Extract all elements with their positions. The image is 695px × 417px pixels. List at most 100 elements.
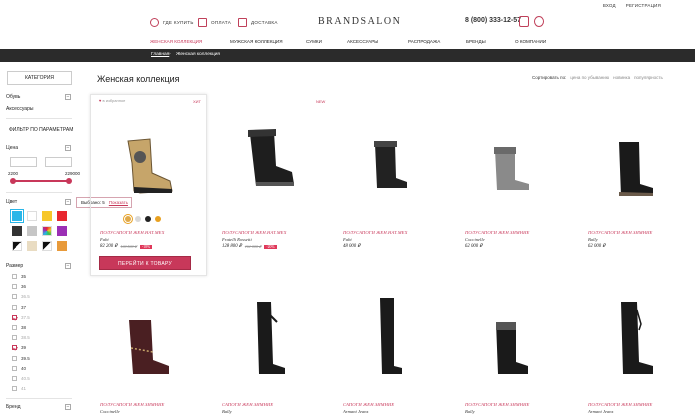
add-to-favorites[interactable]: ♥ в избранное bbox=[99, 98, 125, 103]
color-dot[interactable] bbox=[145, 216, 151, 222]
size-checkbox[interactable] bbox=[12, 365, 17, 371]
product-price: 62 000 ₽ bbox=[588, 244, 606, 249]
collapse-toggle[interactable]: − bbox=[65, 404, 71, 410]
color-swatch[interactable] bbox=[57, 211, 67, 221]
site-logo[interactable]: BRANDSALON bbox=[318, 16, 401, 27]
color-swatch[interactable] bbox=[10, 209, 24, 223]
size-checkbox[interactable] bbox=[12, 274, 17, 279]
size-option[interactable]: 37.5 bbox=[12, 314, 30, 320]
size-checkbox[interactable] bbox=[12, 376, 17, 381]
product-image[interactable] bbox=[222, 126, 312, 192]
size-checkbox[interactable] bbox=[12, 284, 17, 290]
nav-bags[interactable]: СУМКИ bbox=[306, 39, 322, 44]
color-swatch[interactable] bbox=[27, 226, 37, 236]
product-name[interactable]: ПОЛУСАПОГИ ЖЕН.ЗИМНИЕ bbox=[465, 230, 529, 235]
collapse-toggle[interactable]: − bbox=[65, 94, 71, 100]
product-name[interactable]: ПОЛУСАПОГИ ЖЕН.НАТ.МЕХ bbox=[222, 230, 287, 235]
nav-brands[interactable]: БРЕНДЫ bbox=[466, 39, 486, 44]
nav-about[interactable]: О КОМПАНИИ bbox=[515, 39, 546, 44]
product-name[interactable]: ПОЛУСАПОГИ ЖЕН.ЗИМНИЕ bbox=[100, 402, 164, 407]
product-name[interactable]: ПОЛУСАПОГИ ЖЕН.ЗИМНИЕ bbox=[465, 402, 529, 407]
product-image[interactable] bbox=[100, 133, 190, 199]
color-swatch[interactable] bbox=[27, 211, 37, 221]
color-swatch[interactable] bbox=[57, 226, 67, 236]
breadcrumb-home[interactable]: Главная bbox=[151, 52, 169, 57]
size-checkbox[interactable] bbox=[12, 294, 17, 300]
price-row: 82 200 ₽100 500 ₽ -18% bbox=[100, 244, 153, 249]
product-name[interactable]: ПОЛУСАПОГИ ЖЕН.ЗИМНИЕ bbox=[588, 230, 652, 235]
color-swatch[interactable] bbox=[57, 241, 67, 251]
color-swatch[interactable] bbox=[27, 241, 37, 251]
size-checkbox[interactable] bbox=[12, 314, 17, 320]
product-name[interactable]: САПОГИ ЖЕН.ЗИМНИЕ bbox=[222, 402, 273, 407]
product-name[interactable]: ПОЛУСАПОГИ ЖЕН.НАТ.МЕХ bbox=[343, 230, 408, 235]
size-option[interactable]: 36 bbox=[12, 284, 26, 290]
product-image[interactable] bbox=[588, 296, 678, 380]
size-option[interactable]: 40.5 bbox=[12, 376, 30, 381]
sort-price-desc[interactable]: цена по убыванию bbox=[570, 75, 609, 80]
price-min-handle[interactable] bbox=[10, 178, 16, 184]
product-image[interactable] bbox=[100, 306, 190, 380]
payment-link[interactable]: ОПЛАТА bbox=[198, 18, 231, 27]
product-name[interactable]: САПОГИ ЖЕН.ЗИМНИЕ bbox=[343, 402, 394, 407]
login-link[interactable]: ВХОД bbox=[603, 3, 616, 8]
size-checkbox[interactable] bbox=[12, 325, 17, 330]
nav-sale[interactable]: РАСПРОДАЖА bbox=[408, 39, 440, 44]
size-label-text: 39.5 bbox=[21, 355, 30, 361]
main-nav: ЖЕНСКАЯ КОЛЛЕКЦИЯ МУЖСКАЯ КОЛЛЕКЦИЯ СУМК… bbox=[0, 39, 695, 47]
collapse-toggle[interactable]: − bbox=[65, 263, 71, 269]
color-dot[interactable] bbox=[135, 216, 141, 222]
size-option[interactable]: 37 bbox=[12, 304, 26, 310]
go-to-product-button[interactable]: ПЕРЕЙТИ К ТОВАРУ bbox=[99, 256, 191, 270]
color-swatch[interactable] bbox=[42, 226, 52, 236]
price-max-input[interactable] bbox=[45, 157, 72, 167]
cart-icon[interactable] bbox=[519, 16, 529, 27]
product-image[interactable] bbox=[222, 290, 312, 380]
product-old-price: 100 500 ₽ bbox=[120, 244, 137, 249]
size-checkbox[interactable] bbox=[12, 304, 17, 310]
nav-women[interactable]: ЖЕНСКАЯ КОЛЛЕКЦИЯ bbox=[150, 39, 202, 44]
size-checkbox[interactable] bbox=[12, 386, 17, 392]
size-option[interactable]: 41 bbox=[12, 386, 26, 392]
size-option[interactable]: 40 bbox=[12, 365, 26, 371]
price-max-handle[interactable] bbox=[66, 178, 72, 184]
size-option[interactable]: 36.5 bbox=[12, 294, 30, 300]
category-accessories[interactable]: Аксессуары bbox=[6, 106, 33, 112]
register-link[interactable]: РЕГИСТРАЦИЯ bbox=[626, 3, 661, 8]
where-to-buy-link[interactable]: ГДЕ КУПИТЬ bbox=[150, 18, 194, 27]
phone-number[interactable]: 8 (800) 333-12-57 bbox=[465, 17, 521, 24]
collapse-toggle[interactable]: − bbox=[65, 199, 71, 205]
product-brand: Bally bbox=[588, 237, 598, 242]
product-image[interactable] bbox=[343, 296, 433, 380]
nav-men[interactable]: МУЖСКАЯ КОЛЛЕКЦИЯ bbox=[230, 39, 283, 44]
product-image[interactable] bbox=[465, 144, 555, 196]
color-dot[interactable] bbox=[155, 216, 161, 222]
product-image[interactable] bbox=[588, 138, 678, 202]
price-min-input[interactable] bbox=[10, 157, 37, 167]
category-shoes[interactable]: Обувь bbox=[6, 94, 20, 100]
size-checkbox[interactable] bbox=[12, 355, 17, 361]
size-option[interactable]: 35 bbox=[12, 274, 26, 279]
collapse-toggle[interactable]: − bbox=[65, 145, 71, 151]
delivery-link[interactable]: ДОСТАВКА bbox=[238, 18, 278, 27]
color-swatch[interactable] bbox=[42, 241, 52, 251]
size-option[interactable]: 38.5 bbox=[12, 335, 30, 341]
color-swatch[interactable] bbox=[42, 211, 52, 221]
product-price: 62 000 ₽ bbox=[465, 244, 483, 249]
favorites-heart-icon[interactable] bbox=[534, 16, 544, 27]
product-name[interactable]: ПОЛУСАПОГИ ЖЕН.НАТ.МЕХ bbox=[100, 230, 165, 235]
product-image[interactable] bbox=[465, 308, 555, 380]
size-checkbox[interactable] bbox=[12, 335, 17, 341]
sort-popular[interactable]: популярность bbox=[634, 75, 663, 80]
sort-new[interactable]: новинка bbox=[613, 75, 630, 80]
nav-accessories[interactable]: АКСЕССУАРЫ bbox=[347, 39, 378, 44]
size-option[interactable]: 39 bbox=[12, 345, 26, 351]
product-name[interactable]: ПОЛУСАПОГИ ЖЕН.ЗИМНИЕ bbox=[588, 402, 652, 407]
size-checkbox[interactable] bbox=[12, 345, 17, 351]
color-swatch[interactable] bbox=[12, 226, 22, 236]
color-dot[interactable] bbox=[123, 214, 133, 224]
color-swatch[interactable] bbox=[12, 241, 22, 251]
product-image[interactable] bbox=[343, 138, 433, 194]
size-option[interactable]: 38 bbox=[12, 325, 26, 330]
size-option[interactable]: 39.5 bbox=[12, 355, 30, 361]
